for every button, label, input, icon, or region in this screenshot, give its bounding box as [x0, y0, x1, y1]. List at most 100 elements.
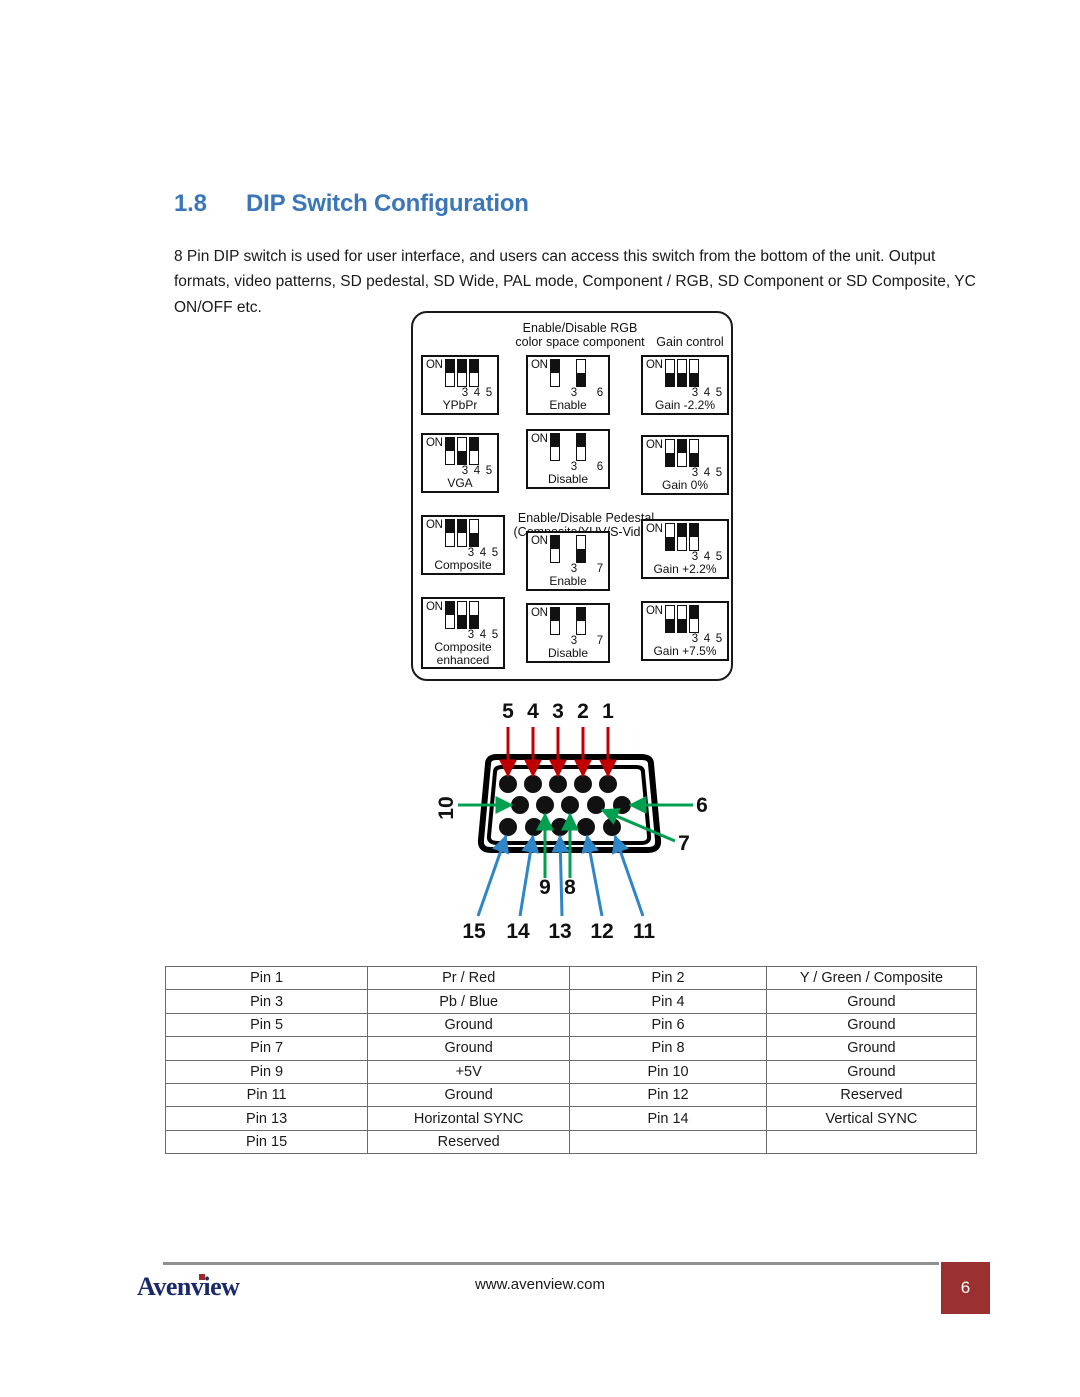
dip-switch-3[interactable]: [664, 439, 675, 467]
dip-on-label: ON: [531, 535, 548, 547]
dip-switch-group[interactable]: [549, 433, 586, 461]
intro-paragraph: 8 Pin DIP switch is used for user interf…: [174, 247, 976, 316]
table-cell: Pin 10: [569, 1059, 767, 1084]
table-row: Pin 5 Ground Pin 6 Ground: [164, 1012, 978, 1038]
table-cell: Reserved: [367, 1129, 571, 1155]
vga-label-6: 6: [696, 794, 708, 817]
table-cell: Pin 9: [164, 1059, 369, 1084]
dip-switch-3[interactable]: [664, 605, 675, 633]
dip-switch-6[interactable]: [575, 433, 586, 461]
dip-switch-4[interactable]: [456, 437, 467, 465]
dip-switch-7[interactable]: [575, 535, 586, 563]
table-cell: Reserved: [765, 1082, 978, 1108]
dip-switch-3[interactable]: [444, 437, 455, 465]
table-cell: Pin 5: [164, 1012, 369, 1038]
dip-block-label: Gain -2.2%: [654, 398, 716, 412]
dip-switch-group[interactable]: [664, 605, 699, 633]
dip-switch-group[interactable]: [444, 519, 479, 547]
table-cell: Pin 12: [569, 1082, 767, 1108]
vga-connector-diagram: 5 4 3 2 1 6 7 9 8 15 14 13 12 11 10: [430, 698, 720, 950]
dip-switch-4[interactable]: [676, 359, 687, 387]
table-cell: Ground: [367, 1082, 571, 1108]
table-row: Pin 11 Ground Pin 12 Reserved: [164, 1082, 978, 1108]
dip-block-rgb-disable: ON 3 6 Disable: [526, 429, 610, 489]
document-page: 1.8 DIP Switch Configuration 8 Pin DIP s…: [0, 0, 1080, 1397]
dip-switch-3[interactable]: [444, 359, 455, 387]
dip-switch-group[interactable]: [549, 607, 586, 635]
dip-switch-group[interactable]: [444, 601, 479, 629]
dip-switch-4[interactable]: [456, 601, 467, 629]
dip-switch-3[interactable]: [549, 433, 560, 461]
dip-switch-5[interactable]: [688, 605, 699, 633]
dip-switch-5[interactable]: [688, 523, 699, 551]
dip-switch-group[interactable]: [664, 359, 699, 387]
vga-label-11: 11: [633, 920, 656, 943]
footer-divider: [163, 1262, 939, 1265]
dip-switch-5[interactable]: [688, 439, 699, 467]
dip-number: 5: [485, 465, 493, 477]
table-cell: Pin 11: [164, 1082, 369, 1108]
table-cell: Pin 8: [569, 1036, 767, 1061]
dip-switch-3[interactable]: [664, 523, 675, 551]
dip-block-label-secondary: enhanced: [436, 652, 490, 667]
dip-switch-3[interactable]: [549, 359, 560, 387]
dip-on-label: ON: [426, 359, 443, 371]
dip-switch-group[interactable]: [549, 535, 586, 563]
dip-switch-3[interactable]: [549, 535, 560, 563]
dip-switch-4[interactable]: [676, 605, 687, 633]
table-cell: Horizontal SYNC: [367, 1106, 571, 1131]
vga-label-1: 1: [602, 700, 614, 723]
dip-block-label: VGA: [447, 476, 473, 490]
dip-switch-3[interactable]: [444, 601, 455, 629]
dip-switch-group[interactable]: [549, 359, 586, 387]
dip-switch-5[interactable]: [468, 437, 479, 465]
dip-switch-4[interactable]: [676, 439, 687, 467]
dip-block-label: Gain 0%: [661, 478, 709, 492]
dip-switch-5[interactable]: [468, 519, 479, 547]
dip-switch-group[interactable]: [664, 439, 699, 467]
dip-block-label: Composite: [434, 558, 492, 572]
dip-switch-5[interactable]: [468, 601, 479, 629]
dip-switch-4[interactable]: [456, 519, 467, 547]
dip-block-rgb-enable: ON 3 6 Enable: [526, 355, 610, 415]
table-cell: Pin 3: [164, 989, 369, 1014]
caption-rgb-line1: Enable/Disable RGB: [522, 321, 638, 335]
vga-label-7: 7: [678, 832, 690, 855]
vga-label-3: 3: [552, 700, 564, 723]
dip-switch-row: ON: [646, 439, 724, 467]
table-cell-empty: [569, 1129, 767, 1155]
dip-switch-4[interactable]: [456, 359, 467, 387]
dip-on-label: ON: [646, 439, 663, 451]
dip-switch-row: ON: [426, 437, 494, 465]
table-cell: Pr / Red: [367, 965, 571, 991]
dip-switch-3[interactable]: [444, 519, 455, 547]
dip-switch-3[interactable]: [664, 359, 675, 387]
dip-switch-5[interactable]: [468, 359, 479, 387]
table-cell: Pin 2: [569, 965, 767, 991]
section-number: 1.8: [174, 190, 207, 217]
dip-switch-3[interactable]: [549, 607, 560, 635]
dip-switch-group[interactable]: [664, 523, 699, 551]
footer-url: www.avenview.com: [474, 1276, 606, 1293]
dip-switch-row: ON: [426, 519, 500, 547]
vga-label-5: 5: [502, 700, 514, 723]
dip-block-label: Disable: [547, 646, 589, 660]
dip-switch-6[interactable]: [575, 359, 586, 387]
table-cell: Ground: [367, 1012, 571, 1038]
dip-block-label: Enable: [549, 574, 587, 588]
dip-on-label: ON: [426, 519, 443, 531]
dip-block-ypbpr: ON 3 4 5 YPbPr: [421, 355, 499, 415]
dip-block-pedestal-enable: ON 3 7 Enable: [526, 531, 610, 591]
dip-switch-row: ON: [531, 433, 605, 461]
dip-switch-group[interactable]: [444, 437, 479, 465]
dip-switch-4[interactable]: [676, 523, 687, 551]
table-row: Pin 15 Reserved: [164, 1129, 978, 1155]
dip-switch-group[interactable]: [444, 359, 479, 387]
dip-switch-row: ON: [531, 607, 605, 635]
dip-switch-7[interactable]: [575, 607, 586, 635]
table-row: Pin 13 Horizontal SYNC Pin 14 Vertical SYNC: [164, 1106, 978, 1131]
dip-block-pedestal-disable: ON 3 7 Disable: [526, 603, 610, 663]
dip-block-label: Enable: [549, 398, 587, 412]
dip-switch-row: ON: [531, 359, 605, 387]
dip-switch-5[interactable]: [688, 359, 699, 387]
